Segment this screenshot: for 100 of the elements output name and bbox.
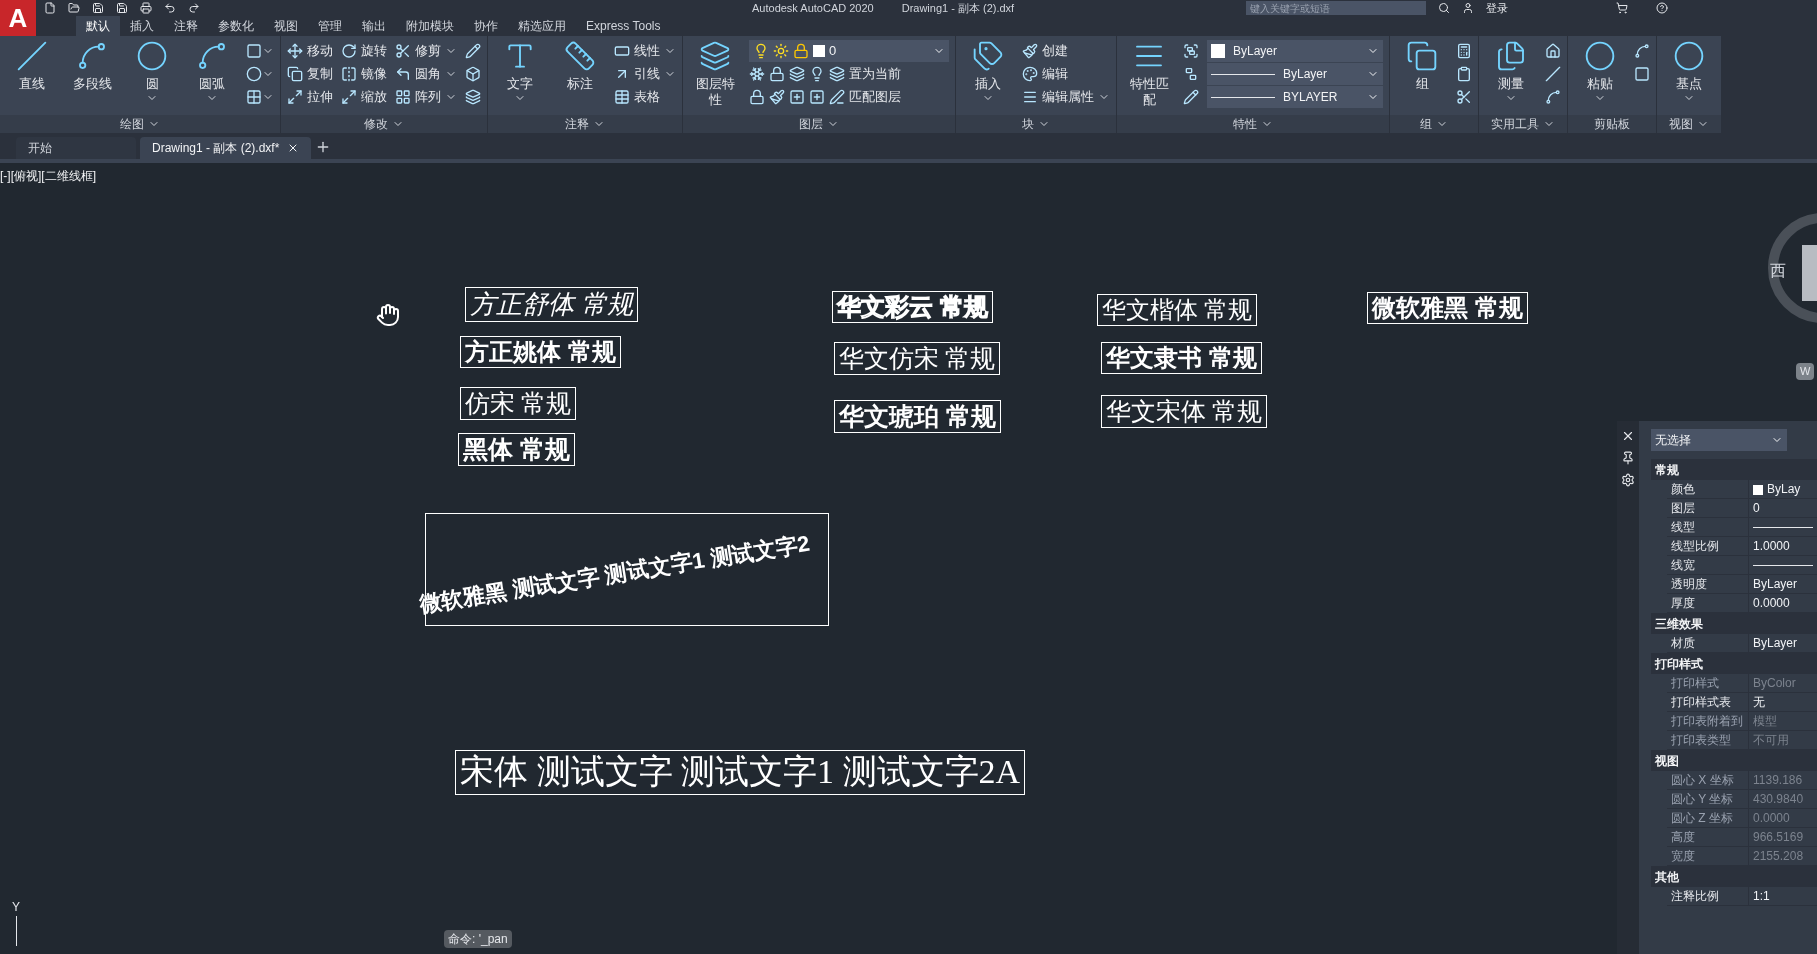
quick-access-icon[interactable] [68, 2, 80, 14]
ribbon-large-button[interactable]: 基点 [1663, 40, 1715, 105]
property-value: 2155.208 [1752, 848, 1804, 865]
ribbon-tab[interactable]: 管理 [308, 16, 352, 36]
ribbon-small-button[interactable]: 线性 [614, 40, 676, 62]
section-header[interactable]: 常规 [1651, 459, 1817, 480]
tool-icon [246, 66, 262, 82]
panel-title[interactable]: 块 [956, 115, 1116, 133]
ribbon-small-button[interactable]: 圆角 [395, 63, 457, 85]
ribbon-tab[interactable]: 协作 [464, 16, 508, 36]
document-tab[interactable]: Drawing1 - 副本 (2).dxf* [140, 137, 312, 159]
ribbon-large-button[interactable]: 测量 [1485, 40, 1537, 105]
panel-title[interactable]: 绘图 [0, 115, 280, 133]
tool-icon [287, 66, 303, 82]
panel-title[interactable]: 修改 [281, 115, 487, 133]
ribbon-small-button[interactable]: 复制 [287, 63, 333, 85]
viewport-label[interactable]: [-][俯视][二维线框] [0, 167, 96, 185]
quick-access-icon[interactable] [140, 2, 152, 14]
tool-icon [1634, 66, 1650, 82]
canvas-text: 微软雅黑 常规 [1367, 292, 1528, 324]
ribbon-large-button[interactable]: 粘贴 [1574, 40, 1626, 105]
login-link[interactable]: 登录 [1486, 2, 1509, 14]
ribbon-small-button[interactable]: 镜像 [341, 63, 387, 85]
search-field[interactable]: 键入关键字或短语 [1246, 1, 1427, 15]
app-menu-button[interactable]: A [0, 0, 36, 36]
help-icon[interactable] [1656, 2, 1669, 14]
property-value: 966.5169 [1752, 829, 1804, 846]
tool-icon [809, 66, 825, 82]
ribbon-large-button[interactable]: 圆 [126, 40, 178, 105]
ribbon-large-button[interactable]: 组 [1396, 40, 1448, 93]
ribbon-small-button[interactable]: 旋转 [341, 40, 387, 62]
property-label: 宽度 [1667, 847, 1749, 865]
property-label: 圆心 Y 坐标 [1667, 790, 1749, 808]
ribbon-large-button[interactable]: 图层特性 [689, 40, 741, 109]
quick-access-icon[interactable] [188, 2, 200, 14]
ribbon-large-button[interactable]: 插入 [962, 40, 1014, 105]
panel-title[interactable]: 注释 [488, 115, 682, 133]
section-header[interactable]: 三维效果 [1651, 613, 1817, 634]
selection-dropdown[interactable]: 无选择 [1651, 429, 1787, 451]
quick-access-icon[interactable] [44, 2, 56, 14]
layer-dropdown[interactable]: 0 [749, 40, 949, 62]
property-dropdown[interactable]: ByLayer [1207, 40, 1383, 62]
bulb-icon [753, 43, 769, 59]
ribbon-small-button[interactable]: 表格 [614, 86, 676, 108]
ribbon-small-button[interactable]: 阵列 [395, 86, 457, 108]
quick-access-icon[interactable] [116, 2, 128, 14]
ribbon-small-button[interactable]: 置为当前 [829, 63, 901, 85]
ribbon-tab[interactable]: 附加模块 [396, 16, 464, 36]
ribbon-tab[interactable]: Express Tools [576, 16, 671, 36]
ribbon-small-button[interactable]: 修剪 [395, 40, 457, 62]
ribbon-small-button[interactable]: 移动 [287, 40, 333, 62]
panel-title[interactable]: 图层 [683, 115, 955, 133]
tool-icon [16, 40, 48, 72]
tool-icon [749, 66, 765, 82]
ribbon-small-button[interactable]: 创建 [1022, 40, 1110, 62]
panel-title[interactable]: 特性 [1117, 115, 1389, 133]
panel-title[interactable]: 视图 [1657, 115, 1721, 133]
ribbon-small-button[interactable]: 缩放 [341, 86, 387, 108]
ribbon-large-button[interactable]: 特性匹配 [1123, 40, 1175, 109]
section-header[interactable]: 其他 [1651, 866, 1817, 887]
ribbon-tab[interactable]: 注释 [164, 16, 208, 36]
ribbon-large-button[interactable]: 多段线 [66, 40, 118, 93]
ribbon-large-button[interactable]: 标注 [554, 40, 606, 93]
panel-title[interactable]: 组 [1390, 115, 1478, 133]
property-dropdown[interactable]: BYLAYER [1207, 86, 1383, 108]
user-icon[interactable] [1462, 2, 1475, 14]
pin-icon[interactable] [1621, 451, 1635, 465]
ribbon-small-button[interactable]: 引线 [614, 63, 676, 85]
ribbon-small-button[interactable]: 编辑属性 [1022, 86, 1110, 108]
property-value: ByLayer [1752, 576, 1798, 593]
document-tab[interactable]: 开始 [16, 137, 136, 159]
panel-title[interactable]: 剪贴板 [1568, 115, 1656, 133]
panel-title[interactable]: 实用工具 [1479, 115, 1567, 133]
quick-access-icon[interactable] [92, 2, 104, 14]
section-header[interactable]: 视图 [1651, 750, 1817, 771]
ribbon-large-button[interactable]: 直线 [6, 40, 58, 93]
ribbon-small-button[interactable]: 匹配图层 [829, 86, 901, 108]
ribbon-small-button[interactable]: 拉伸 [287, 86, 333, 108]
settings-icon[interactable] [1621, 473, 1635, 487]
tool-icon [287, 43, 303, 59]
ribbon-tab[interactable]: 参数化 [208, 16, 264, 36]
tool-icon [136, 40, 168, 72]
tool-icon [789, 66, 805, 82]
property-label: 注释比例 [1667, 887, 1749, 905]
quick-access-icon[interactable] [164, 2, 176, 14]
close-icon[interactable] [1621, 429, 1635, 443]
ribbon-small-button[interactable]: 编辑 [1022, 63, 1110, 85]
ribbon-tab[interactable]: 视图 [264, 16, 308, 36]
canvas-text: 华文仿宋 常规 [834, 342, 1001, 376]
cart-icon[interactable] [1616, 2, 1629, 14]
ribbon-tab[interactable]: 默认 [76, 16, 120, 36]
ribbon-tab[interactable]: 精选应用 [508, 16, 576, 36]
property-dropdown[interactable]: ByLayer [1207, 63, 1383, 85]
section-header[interactable]: 打印样式 [1651, 653, 1817, 674]
ribbon-large-button[interactable]: 圆弧 [186, 40, 238, 105]
ribbon-large-button[interactable]: 文字 [494, 40, 546, 105]
tool-icon [972, 40, 1004, 72]
ribbon-tab[interactable]: 插入 [120, 16, 164, 36]
ribbon-tab[interactable]: 输出 [352, 16, 396, 36]
sun-icon [773, 43, 789, 59]
